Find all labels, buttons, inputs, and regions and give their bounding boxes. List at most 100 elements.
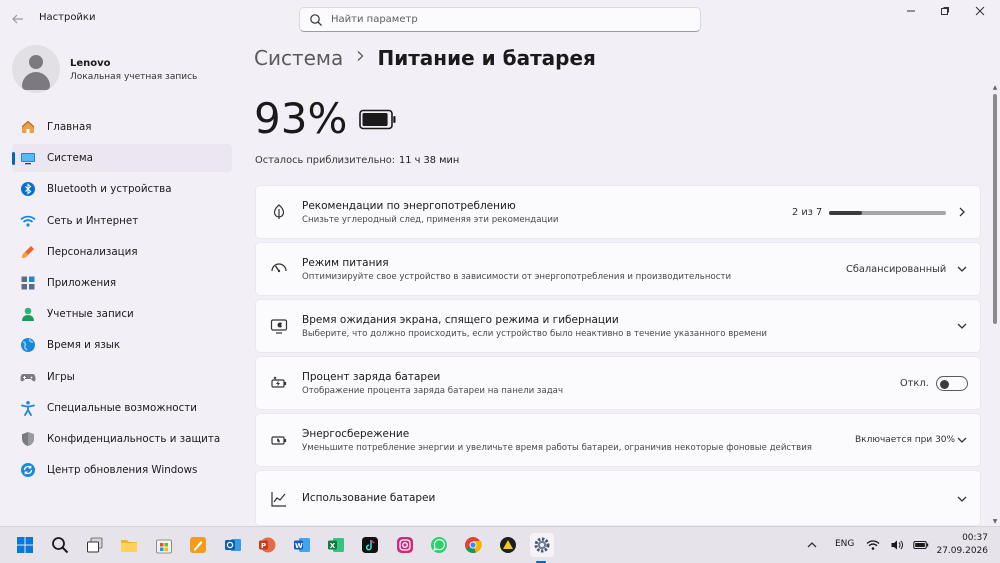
- profile-account-type: Локальная учетная запись: [70, 72, 198, 82]
- card-subtitle: Отображение процента заряда батареи на п…: [302, 386, 564, 396]
- battery-remaining-value: 11 ч 38 мин: [399, 155, 460, 166]
- sidebar-item-windows-update[interactable]: Центр обновления Windows: [12, 456, 232, 484]
- taskbar-search-button[interactable]: [48, 533, 72, 557]
- sidebar-item-gaming[interactable]: Игры: [12, 363, 232, 391]
- pages-icon: [190, 537, 206, 553]
- chevron-down-icon[interactable]: [956, 263, 968, 275]
- energy-saver-card[interactable]: Энергосбережение Уменьшите потребление э…: [255, 413, 981, 467]
- search-input[interactable]: [331, 12, 691, 27]
- chart-icon: [271, 492, 286, 507]
- sidebar-item-personalization[interactable]: Персонализация: [12, 238, 232, 266]
- clock-time[interactable]: 00:37: [944, 533, 988, 543]
- instagram-icon: [397, 537, 413, 553]
- maximize-button[interactable]: [930, 4, 960, 22]
- close-button[interactable]: [965, 4, 995, 22]
- sidebar-item-system[interactable]: Система: [12, 144, 232, 173]
- battery-usage-card[interactable]: Использование батареи: [255, 470, 981, 526]
- screen-sleep-card[interactable]: Время ожидания экрана, спящего режима и …: [255, 299, 981, 353]
- vpn-button[interactable]: [496, 533, 520, 557]
- card-subtitle: Снизьте углеродный след, применяя эти ре…: [302, 215, 559, 225]
- task-view-button[interactable]: [83, 533, 107, 557]
- sidebar-nav: Главная Система Bluetooth и устройства С…: [12, 113, 232, 487]
- language-indicator[interactable]: ENG: [835, 539, 854, 549]
- card-title: Время ожидания экрана, спящего режима и …: [302, 314, 619, 326]
- battery-remaining: Осталось приблизительно: 11 ч 38 мин: [255, 155, 459, 166]
- sidebar-item-label: Главная: [47, 121, 92, 133]
- sidebar-item-home[interactable]: Главная: [12, 113, 232, 141]
- svg-text:X: X: [330, 542, 336, 550]
- volume-icon[interactable]: [890, 538, 904, 552]
- sidebar-item-time-language[interactable]: Время и язык: [12, 331, 232, 359]
- file-explorer-button[interactable]: [117, 533, 141, 557]
- power-mode-dropdown[interactable]: Сбалансированный: [846, 264, 946, 275]
- battery-percent-toggle[interactable]: [936, 376, 968, 391]
- chevron-down-icon[interactable]: [956, 320, 968, 332]
- sidebar-item-apps[interactable]: Приложения: [12, 269, 232, 297]
- outlook-button[interactable]: [221, 533, 245, 557]
- user-profile[interactable]: Lenovo Локальная учетная запись: [12, 45, 232, 93]
- powerpoint-icon: P: [259, 537, 276, 553]
- breadcrumb: Система Питание и батарея: [254, 46, 596, 74]
- chrome-button[interactable]: [461, 533, 485, 557]
- sidebar-item-label: Приложения: [47, 276, 117, 289]
- store-icon: [156, 539, 172, 554]
- card-title: Использование батареи: [302, 492, 436, 504]
- minimize-button[interactable]: [896, 4, 926, 22]
- battery-percent-card: Процент заряда батареи Отображение проце…: [255, 356, 981, 410]
- outlook-icon: [225, 539, 241, 551]
- toggle-knob: [940, 379, 949, 389]
- scroll-up-icon[interactable]: ▲: [991, 84, 999, 92]
- start-button[interactable]: [13, 533, 37, 557]
- wifi-icon: [20, 215, 36, 227]
- energy-recommendations-card[interactable]: Рекомендации по энергопотреблению Снизьт…: [255, 185, 981, 239]
- chevron-down-icon[interactable]: [956, 434, 968, 446]
- clock-date[interactable]: 27.09.2026: [934, 546, 988, 556]
- chevron-right-icon: [959, 207, 965, 217]
- vpn-icon: [500, 537, 516, 553]
- chevron-up-icon[interactable]: [806, 539, 818, 551]
- sidebar-item-accessibility[interactable]: Специальные возможности: [12, 394, 232, 422]
- card-subtitle: Уменьшите потребление энергии и увеличьт…: [302, 443, 812, 453]
- scroll-down-icon[interactable]: ▼: [991, 518, 999, 526]
- power-mode-card[interactable]: Режим питания Оптимизируйте свое устройс…: [255, 242, 981, 296]
- task-view-icon: [87, 537, 103, 553]
- accessibility-icon: [21, 400, 35, 416]
- excel-button[interactable]: X: [324, 533, 348, 557]
- sidebar-item-label: Центр обновления Windows: [47, 464, 198, 477]
- powerpoint-button[interactable]: P: [255, 533, 279, 557]
- excel-icon: X: [328, 538, 344, 552]
- settings-button[interactable]: [530, 533, 554, 557]
- sidebar-item-accounts[interactable]: Учетные записи: [12, 300, 232, 328]
- search-box[interactable]: [299, 7, 701, 32]
- sidebar-item-label: Время и язык: [47, 339, 121, 352]
- scrollbar[interactable]: ▲ ▼: [991, 84, 999, 526]
- instagram-button[interactable]: [393, 533, 417, 557]
- store-button[interactable]: [152, 533, 176, 557]
- chevron-down-icon[interactable]: [956, 493, 968, 505]
- wifi-icon[interactable]: [866, 538, 880, 552]
- pages-button[interactable]: [186, 533, 210, 557]
- sidebar-item-privacy[interactable]: Конфиденциальность и защита: [12, 425, 232, 453]
- scroll-thumb[interactable]: [993, 94, 997, 324]
- tray-battery-icon[interactable]: [913, 538, 929, 552]
- settings-icon: [534, 537, 550, 553]
- battery-icon: [359, 109, 396, 130]
- whatsapp-button[interactable]: [427, 533, 451, 557]
- sidebar-item-label: Специальные возможности: [47, 401, 197, 414]
- brush-icon: [22, 245, 34, 258]
- taskbar: P W X ENG 00:37 27.09.2026: [0, 526, 1000, 563]
- breadcrumb-parent[interactable]: Система: [254, 46, 343, 70]
- sidebar-item-network[interactable]: Сеть и Интернет: [12, 207, 232, 235]
- shield-icon: [22, 431, 34, 446]
- battery-percentage: 93%: [254, 94, 348, 143]
- globe-icon: [21, 338, 35, 353]
- svg-text:W: W: [295, 542, 303, 550]
- word-button[interactable]: W: [290, 533, 314, 557]
- progress-fill: [829, 211, 863, 215]
- tiktok-button[interactable]: [358, 533, 382, 557]
- sidebar-item-label: Игры: [47, 370, 75, 383]
- profile-name: Lenovo: [70, 58, 111, 69]
- back-arrow-icon[interactable]: [8, 9, 28, 29]
- search-icon: [52, 537, 69, 554]
- sidebar-item-bluetooth[interactable]: Bluetooth и устройства: [12, 175, 232, 203]
